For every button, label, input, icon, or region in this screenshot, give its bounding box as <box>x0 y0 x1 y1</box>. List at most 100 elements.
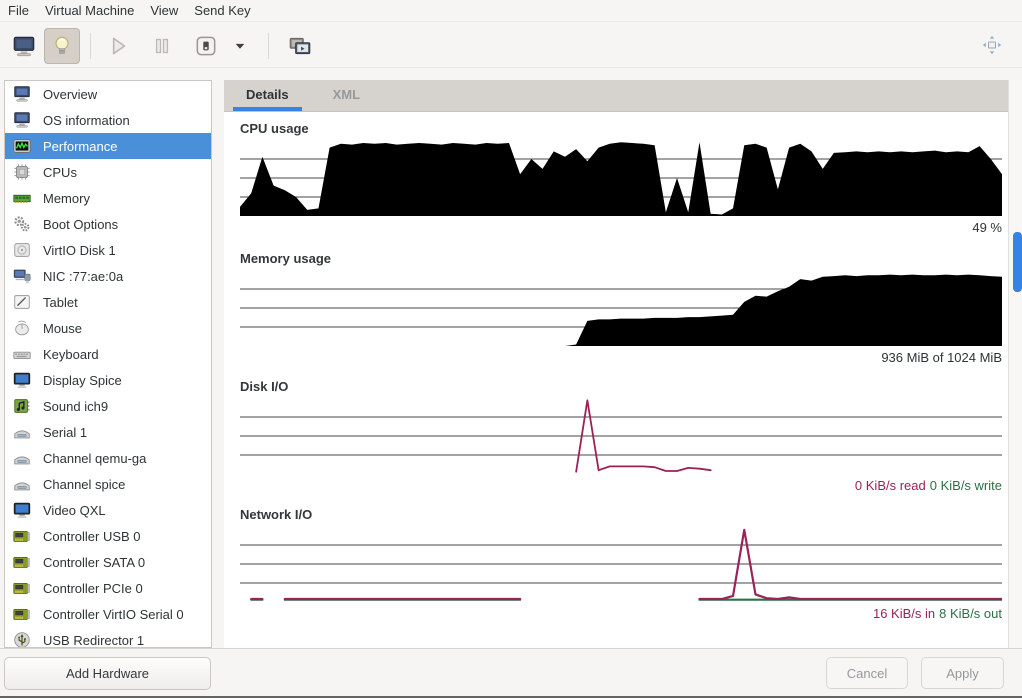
keyboard-icon <box>10 344 34 365</box>
sidebar-item-nic-77-ae-0a[interactable]: NIC :77:ae:0a <box>5 263 211 289</box>
network-io-chart <box>240 526 1002 602</box>
sidebar-item-overview[interactable]: Overview <box>5 81 211 107</box>
tab-xml[interactable]: XML <box>311 80 382 111</box>
cpu-usage-section: CPU usage 49 % <box>240 121 1002 235</box>
disk-io-title: Disk I/O <box>240 379 1002 395</box>
snapshots-button[interactable] <box>282 28 318 64</box>
gears-icon <box>10 214 34 235</box>
run-button <box>100 28 136 64</box>
sidebar-item-label: Memory <box>43 191 90 206</box>
mouse-icon <box>10 318 34 339</box>
chart-readout-value: 0 KiB/s read <box>855 478 926 493</box>
sidebar-item-performance[interactable]: Performance <box>5 133 211 159</box>
sidebar-item-tablet[interactable]: Tablet <box>5 289 211 315</box>
sidebar-item-label: NIC :77:ae:0a <box>43 269 123 284</box>
chart-readout-value: 936 MiB of 1024 MiB <box>881 350 1002 365</box>
sidebar-item-mouse[interactable]: Mouse <box>5 315 211 341</box>
menu-view[interactable]: View <box>142 0 186 21</box>
network-io-title: Network I/O <box>240 507 1002 523</box>
shutdown-menu-button[interactable] <box>228 28 252 64</box>
caret-down-icon <box>227 33 253 59</box>
disk-io-readout: 0 KiB/s read 0 KiB/s write <box>240 478 1002 493</box>
add-hardware-button[interactable]: Add Hardware <box>4 657 211 690</box>
sidebar-item-label: Boot Options <box>43 217 118 232</box>
serial-icon <box>10 474 34 495</box>
sidebar-item-controller-sata-0[interactable]: Controller SATA 0 <box>5 549 211 575</box>
toolbar-separator <box>90 33 91 59</box>
two-monitors-icon <box>287 33 313 59</box>
memory-usage-section: Memory usage 936 MiB of 1024 MiB <box>240 251 1002 365</box>
lightbulb-icon <box>49 33 75 59</box>
display-icon <box>10 500 34 521</box>
chart-readout-value: 16 KiB/s in <box>873 606 935 621</box>
memory-usage-chart <box>240 270 1002 346</box>
computer-icon <box>10 110 34 131</box>
pause-button <box>144 28 180 64</box>
menu-send-key[interactable]: Send Key <box>186 0 258 21</box>
menubar: FileVirtual MachineViewSend Key <box>0 0 1022 22</box>
sidebar-item-label: Performance <box>43 139 117 154</box>
play-icon <box>105 33 131 59</box>
sidebar-item-cpus[interactable]: CPUs <box>5 159 211 185</box>
sidebar-item-label: Controller SATA 0 <box>43 555 145 570</box>
details-panel: DetailsXML CPU usage 49 % Memory usage 9… <box>224 80 1008 648</box>
sound-icon <box>10 396 34 417</box>
menu-file[interactable]: File <box>0 0 37 21</box>
disk-io-chart <box>240 398 1002 474</box>
shutdown-button[interactable] <box>188 28 224 64</box>
sidebar-item-controller-pcie-0[interactable]: Controller PCIe 0 <box>5 575 211 601</box>
disk-io-section: Disk I/O 0 KiB/s read 0 KiB/s write <box>240 379 1002 493</box>
show-graphical-console-button[interactable] <box>6 28 42 64</box>
cpu-usage-readout: 49 % <box>240 220 1002 235</box>
cpu-icon <box>10 162 34 183</box>
display-icon <box>10 370 34 391</box>
sidebar-item-usb-redirector-1[interactable]: USB Redirector 1 <box>5 627 211 648</box>
fullscreen-button[interactable] <box>976 30 1008 62</box>
sidebar-item-label: Serial 1 <box>43 425 87 440</box>
sidebar-item-virtio-disk-1[interactable]: VirtIO Disk 1 <box>5 237 211 263</box>
sidebar-item-label: Overview <box>43 87 97 102</box>
sidebar-item-label: CPUs <box>43 165 77 180</box>
sidebar-item-label: Keyboard <box>43 347 99 362</box>
network-io-section: Network I/O 16 KiB/s in 8 KiB/s out <box>240 507 1002 621</box>
chart-readout-value: 8 KiB/s out <box>939 606 1002 621</box>
tab-details[interactable]: Details <box>224 80 311 111</box>
sidebar-item-boot-options[interactable]: Boot Options <box>5 211 211 237</box>
sidebar-item-channel-qemu-ga[interactable]: Channel qemu-ga <box>5 445 211 471</box>
sidebar-item-label: Mouse <box>43 321 82 336</box>
cancel-button[interactable]: Cancel <box>826 657 908 689</box>
toolbar <box>0 23 1022 68</box>
sidebar-item-label: Channel qemu-ga <box>43 451 146 466</box>
memory-usage-readout: 936 MiB of 1024 MiB <box>240 350 1002 365</box>
sidebar-item-label: VirtIO Disk 1 <box>43 243 116 258</box>
details-scrollbar[interactable] <box>1008 80 1022 648</box>
show-virtual-hardware-details-button[interactable] <box>44 28 80 64</box>
sidebar-item-display-spice[interactable]: Display Spice <box>5 367 211 393</box>
sidebar-item-label: Channel spice <box>43 477 125 492</box>
scrollbar-thumb[interactable] <box>1013 232 1022 292</box>
tabbar: DetailsXML <box>224 80 1008 112</box>
computer-icon <box>10 84 34 105</box>
controller-icon <box>10 604 34 625</box>
serial-icon <box>10 448 34 469</box>
nic-icon <box>10 266 34 287</box>
apply-button[interactable]: Apply <box>921 657 1004 689</box>
sidebar-item-label: Controller PCIe 0 <box>43 581 143 596</box>
performance-icon <box>10 136 34 157</box>
sidebar-item-label: Controller USB 0 <box>43 529 141 544</box>
sidebar-item-serial-1[interactable]: Serial 1 <box>5 419 211 445</box>
menu-virtual-machine[interactable]: Virtual Machine <box>37 0 142 21</box>
fullscreen-arrows-icon <box>980 33 1004 60</box>
sidebar-item-video-qxl[interactable]: Video QXL <box>5 497 211 523</box>
sidebar-item-keyboard[interactable]: Keyboard <box>5 341 211 367</box>
sidebar-item-controller-virtio-serial-0[interactable]: Controller VirtIO Serial 0 <box>5 601 211 627</box>
chart-readout-value: 49 % <box>972 220 1002 235</box>
sidebar-item-label: Controller VirtIO Serial 0 <box>43 607 184 622</box>
sidebar-item-controller-usb-0[interactable]: Controller USB 0 <box>5 523 211 549</box>
sidebar-item-sound-ich9[interactable]: Sound ich9 <box>5 393 211 419</box>
sidebar-item-os-information[interactable]: OS information <box>5 107 211 133</box>
sidebar-item-memory[interactable]: Memory <box>5 185 211 211</box>
chart-readout-value: 0 KiB/s write <box>930 478 1002 493</box>
sidebar-item-channel-spice[interactable]: Channel spice <box>5 471 211 497</box>
virt-manager-window: FileVirtual MachineViewSend Key Overview… <box>0 0 1022 698</box>
